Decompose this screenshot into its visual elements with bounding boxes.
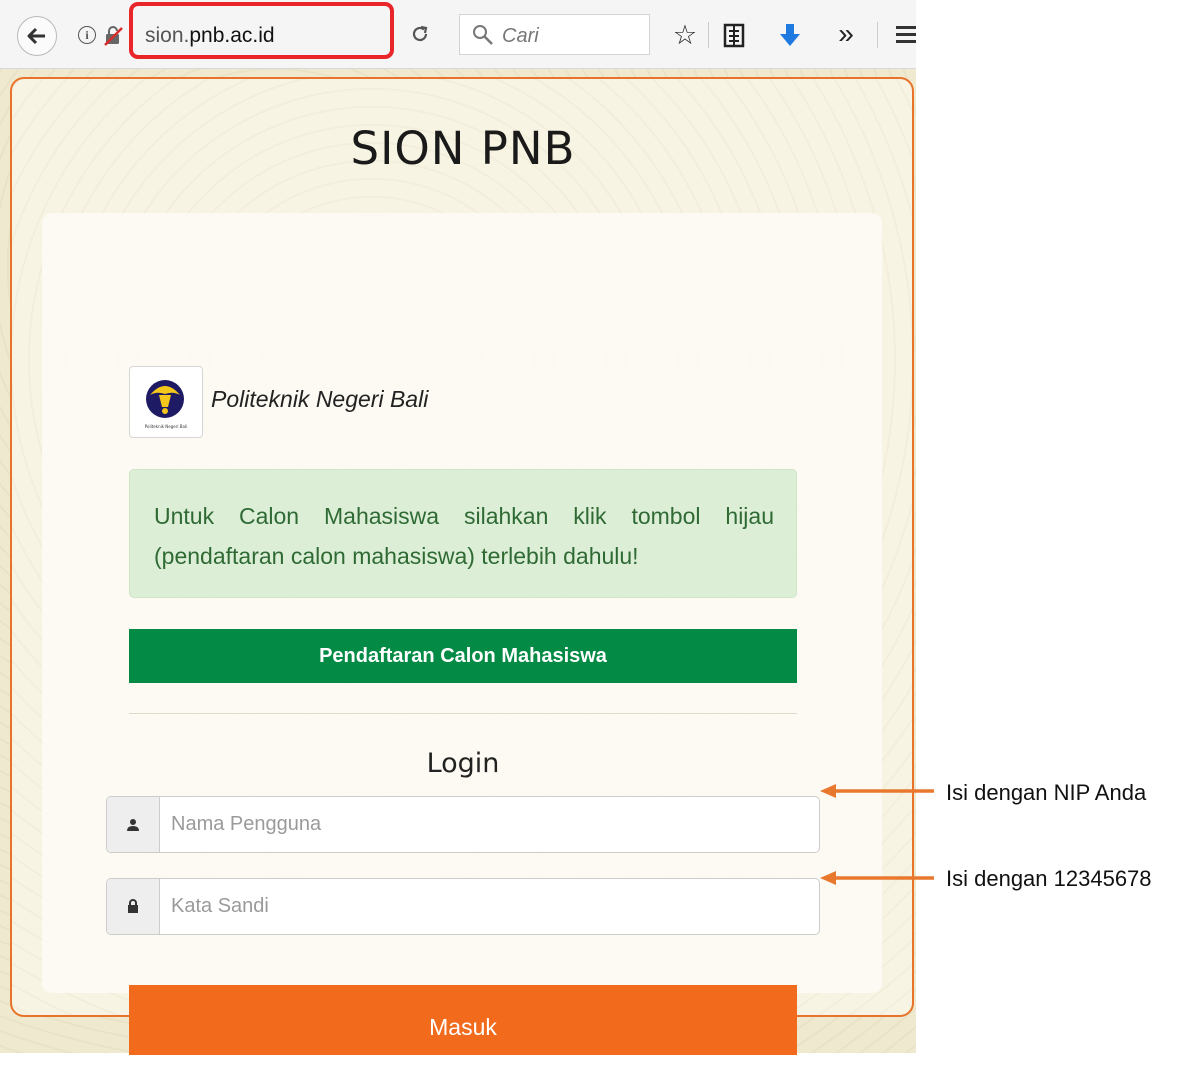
url-highlight-box <box>129 2 394 59</box>
user-icon <box>107 797 160 852</box>
inner-panel <box>42 213 882 993</box>
username-input-group <box>106 796 820 853</box>
institution-name: Politeknik Negeri Bali <box>211 386 429 412</box>
reader-list-icon[interactable] <box>720 20 748 50</box>
back-arrow-icon[interactable] <box>17 16 57 56</box>
insecure-lock-icon[interactable] <box>102 25 124 47</box>
toolbar-separator <box>708 22 709 48</box>
page-title: SION PNB <box>350 122 576 175</box>
info-icon[interactable]: i <box>78 26 96 44</box>
login-heading: Login <box>426 748 500 779</box>
alert-text: Untuk Calon Mahasiswa silahkan klik tomb… <box>154 503 774 569</box>
star-icon[interactable]: ☆ <box>670 20 700 50</box>
hamburger-menu-icon[interactable] <box>894 20 916 50</box>
annotation-password: Isi dengan 12345678 <box>946 866 1152 891</box>
logo-caption-small: Politeknik Negeri Bali <box>145 424 187 429</box>
download-icon[interactable] <box>776 20 804 50</box>
username-input[interactable] <box>171 797 791 852</box>
annotation-arrow-icon <box>820 784 934 798</box>
register-button[interactable]: Pendaftaran Calon Mahasiswa <box>129 629 797 683</box>
search-input[interactable] <box>500 22 644 50</box>
password-input-group <box>106 878 820 935</box>
annotation-username: Isi dengan NIP Anda <box>946 780 1147 805</box>
browser-toolbar: i sion.pnb.ac.id ☆ <box>0 0 916 69</box>
institution-logo: Politeknik Negeri Bali <box>129 366 203 438</box>
divider <box>129 713 797 714</box>
annotation-arrow-icon <box>820 871 934 885</box>
overflow-icon[interactable]: » <box>832 20 860 50</box>
reload-icon[interactable] <box>406 20 434 48</box>
info-alert: Untuk Calon Mahasiswa silahkan klik tomb… <box>129 469 797 598</box>
lock-icon <box>107 879 160 934</box>
login-button[interactable]: Masuk <box>129 985 797 1055</box>
toolbar-separator <box>877 22 878 48</box>
password-input[interactable] <box>171 879 791 934</box>
search-icon <box>472 24 494 46</box>
search-box[interactable] <box>459 14 650 55</box>
